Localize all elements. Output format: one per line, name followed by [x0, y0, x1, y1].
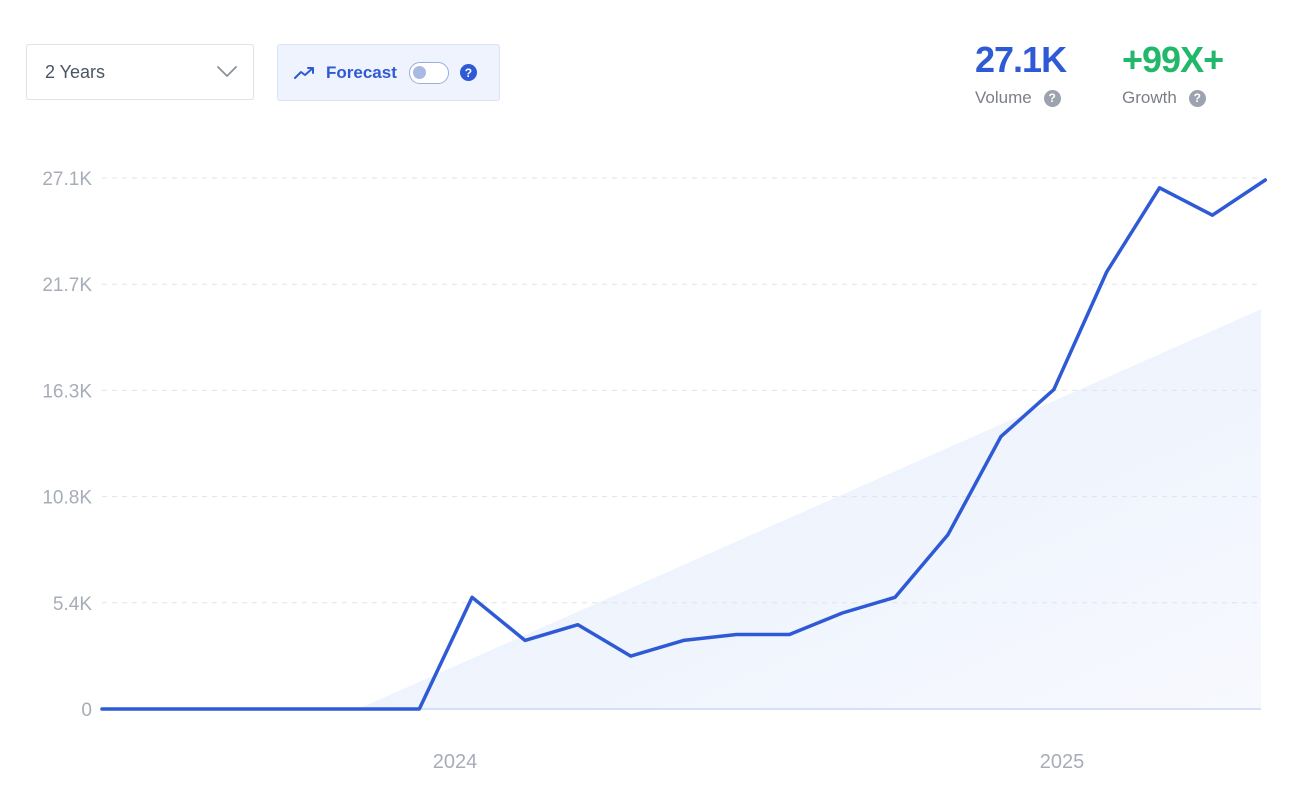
data-point[interactable] — [1104, 269, 1110, 275]
data-point[interactable] — [681, 637, 687, 643]
y-tick-label: 10.8K — [42, 488, 92, 509]
data-point[interactable] — [945, 532, 951, 538]
data-point[interactable] — [469, 594, 475, 600]
data-point[interactable] — [205, 706, 211, 712]
y-tick-label: 21.7K — [42, 275, 92, 296]
data-point[interactable] — [1262, 177, 1268, 183]
x-tick-label: 2024 — [433, 751, 478, 773]
y-tick-label: 5.4K — [53, 594, 92, 615]
x-tick-label: 2025 — [1040, 751, 1085, 773]
data-point[interactable] — [1209, 212, 1215, 218]
y-tick-label: 16.3K — [42, 381, 92, 402]
data-point[interactable] — [258, 706, 264, 712]
data-point[interactable] — [416, 706, 422, 712]
volume-line-chart: 0 5.4K 10.8K 16.3K 21.7K 27.1K 2024 2025 — [42, 169, 1268, 773]
data-point[interactable] — [522, 637, 528, 643]
data-point[interactable] — [998, 434, 1004, 440]
data-point[interactable] — [311, 706, 317, 712]
data-point[interactable] — [839, 610, 845, 616]
trend-area — [358, 309, 1261, 709]
data-point[interactable] — [152, 706, 158, 712]
data-point[interactable] — [786, 632, 792, 638]
y-tick-label: 0 — [81, 700, 92, 721]
data-point[interactable] — [99, 706, 105, 712]
y-tick-label: 27.1K — [42, 169, 92, 190]
data-point[interactable] — [628, 653, 634, 659]
data-point[interactable] — [892, 594, 898, 600]
data-point[interactable] — [1157, 185, 1163, 191]
data-point[interactable] — [734, 632, 740, 638]
data-point[interactable] — [363, 706, 369, 712]
data-point[interactable] — [1051, 387, 1057, 393]
data-point[interactable] — [575, 622, 581, 628]
